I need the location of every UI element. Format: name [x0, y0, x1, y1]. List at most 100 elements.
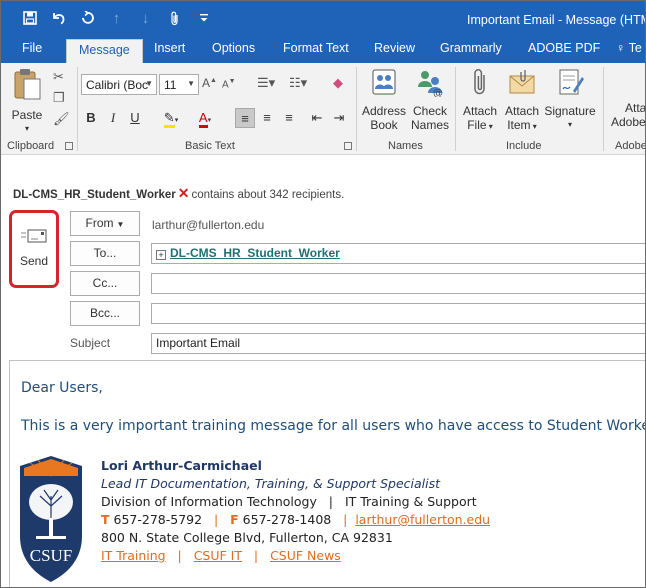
names-group-label: Names: [388, 140, 423, 152]
signature-contact: T 657-278-5792 | F 657-278-1408 | larthu…: [101, 512, 491, 527]
attach-file-button[interactable]: Attach File ▾: [459, 67, 501, 134]
undo-icon[interactable]: [44, 9, 73, 27]
cc-button[interactable]: Cc...: [70, 271, 140, 296]
csuf-news-link[interactable]: CSUF News: [270, 548, 341, 563]
envelope-icon: [12, 229, 56, 246]
email-link[interactable]: larthur@fullerton.edu: [355, 512, 490, 527]
clipboard-group-label: Clipboard: [7, 140, 55, 152]
bold-icon[interactable]: B: [81, 108, 101, 128]
ribbon-tabs: File Message Insert Options Format Text …: [1, 35, 645, 63]
bcc-button[interactable]: Bcc...: [70, 301, 140, 326]
recipient-warning: DL-CMS_HR_Student_Worker ✕ contains about …: [13, 185, 344, 202]
signature-links: IT Training | CSUF IT | CSUF News: [101, 548, 341, 563]
svg-text:@: @: [433, 88, 443, 97]
csuf-logo: CSUF: [18, 454, 84, 584]
from-address: larthur@fullerton.edu: [152, 218, 265, 232]
bcc-field[interactable]: [151, 303, 645, 324]
paste-button[interactable]: Paste ▾: [7, 67, 47, 136]
cut-icon[interactable]: ✂: [53, 69, 64, 85]
tab-tell-me[interactable]: ♀ Te: [616, 41, 642, 55]
font-name-dropdown[interactable]: Calibri (Boc ▼: [81, 74, 157, 95]
shrink-font-icon[interactable]: A▼: [222, 78, 236, 90]
group-divider: [356, 67, 357, 151]
cc-field[interactable]: [151, 273, 645, 294]
csuf-it-link[interactable]: CSUF IT: [194, 548, 242, 563]
distribution-list-name: DL-CMS_HR_Student_Worker: [13, 189, 176, 201]
save-icon[interactable]: [15, 9, 44, 27]
basic-text-launcher-icon[interactable]: [344, 142, 352, 150]
fax-number: 657-278-1408: [242, 512, 332, 527]
it-training-link[interactable]: IT Training: [101, 548, 166, 563]
subject-field[interactable]: Important Email: [151, 333, 645, 354]
tab-file[interactable]: File: [22, 41, 42, 55]
window-title: Important Email - Message (HTM: [467, 13, 646, 27]
check-names-icon: @: [409, 67, 451, 100]
signature-button[interactable]: Signature ▾: [543, 67, 597, 132]
basic-text-group-label: Basic Text: [185, 140, 235, 152]
attach-icon[interactable]: [160, 9, 189, 27]
lightbulb-icon: ♀: [616, 41, 626, 55]
outlook-message-window: ↑ ↓ Important Email - Message (HTM File …: [0, 0, 646, 588]
up-arrow-icon[interactable]: ↑: [102, 9, 131, 27]
customize-icon[interactable]: [189, 9, 218, 27]
chevron-down-icon: ▾: [567, 120, 572, 129]
group-divider: [455, 67, 456, 151]
highlight-icon[interactable]: ✎▾: [157, 108, 185, 128]
chevron-down-icon: ▼: [116, 220, 125, 229]
format-painter-icon[interactable]: 🖌: [53, 111, 70, 127]
increase-indent-icon[interactable]: ⇥: [329, 108, 349, 128]
quick-access-toolbar: ↑ ↓: [15, 9, 218, 27]
align-right-icon[interactable]: ≡: [279, 108, 299, 128]
message-text: This is a very important training messag…: [21, 418, 645, 434]
bullets-icon[interactable]: ☰▾: [257, 75, 275, 91]
align-left-icon[interactable]: ≡: [235, 108, 255, 128]
phone-number: 657-278-5792: [113, 512, 203, 527]
ribbon: Paste ▾ ✂ ❐ 🖌 Clipboard Calibri (Boc ▼ 11…: [1, 63, 645, 155]
to-field[interactable]: + DL-CMS_HR_Student_Worker: [151, 243, 645, 264]
italic-icon[interactable]: I: [103, 108, 123, 128]
remove-x-icon[interactable]: ✕: [178, 185, 190, 201]
font-size-dropdown[interactable]: 11 ▼: [159, 74, 199, 95]
font-color-icon[interactable]: A▾: [191, 108, 219, 128]
to-recipient[interactable]: DL-CMS_HR_Student_Worker: [170, 246, 340, 260]
signature-address: 800 N. State College Blvd, Fullerton, CA…: [101, 530, 393, 545]
attach-adobe-button[interactable]: Atta Adobe: [607, 67, 645, 129]
signature-name: Lori Arthur-Carmichael: [101, 458, 262, 473]
title-bar: ↑ ↓ Important Email - Message (HTM: [1, 1, 646, 35]
paste-dropdown-icon: ▾: [24, 124, 29, 133]
signature-icon: [543, 67, 597, 100]
grow-font-icon[interactable]: A▲: [202, 76, 217, 90]
tab-insert[interactable]: Insert: [154, 41, 185, 55]
clipboard-launcher-icon[interactable]: [65, 142, 73, 150]
chevron-down-icon: ▼: [145, 79, 153, 88]
redo-icon[interactable]: [73, 9, 102, 27]
address-book-icon: [360, 67, 408, 100]
to-button[interactable]: To...: [70, 241, 140, 266]
underline-icon[interactable]: U: [125, 108, 145, 128]
clear-formatting-icon[interactable]: ◆: [333, 75, 343, 91]
recipient-count-text: contains about 342 recipients.: [191, 189, 345, 201]
tab-grammarly[interactable]: Grammarly: [440, 41, 502, 55]
tab-review[interactable]: Review: [374, 41, 415, 55]
include-group-label: Include: [506, 140, 542, 152]
down-arrow-icon[interactable]: ↓: [131, 9, 160, 27]
tab-format-text[interactable]: Format Text: [283, 41, 349, 55]
decrease-indent-icon[interactable]: ⇤: [307, 108, 327, 128]
tab-options[interactable]: Options: [212, 41, 255, 55]
tab-adobe-pdf[interactable]: ADOBE PDF: [528, 41, 600, 55]
tab-message[interactable]: Message: [66, 39, 143, 63]
envelope-clip-icon: [501, 67, 543, 100]
address-book-button[interactable]: Address Book: [360, 67, 408, 132]
send-button[interactable]: Send: [9, 210, 59, 288]
signature-title: Lead IT Documentation, Training, & Suppo…: [101, 476, 440, 491]
subject-label: Subject: [70, 336, 111, 350]
copy-icon[interactable]: ❐: [53, 90, 65, 106]
numbering-icon[interactable]: ☷▾: [289, 75, 307, 91]
expand-list-icon[interactable]: +: [156, 250, 166, 260]
attach-item-button[interactable]: Attach Item ▾: [501, 67, 543, 134]
from-button[interactable]: From ▼: [70, 211, 140, 236]
check-names-button[interactable]: @ Check Names: [409, 67, 451, 132]
greeting-text: Dear Users,: [21, 380, 103, 396]
signature-division: Division of Information Technology | IT …: [101, 494, 477, 509]
align-center-icon[interactable]: ≡: [257, 108, 277, 128]
